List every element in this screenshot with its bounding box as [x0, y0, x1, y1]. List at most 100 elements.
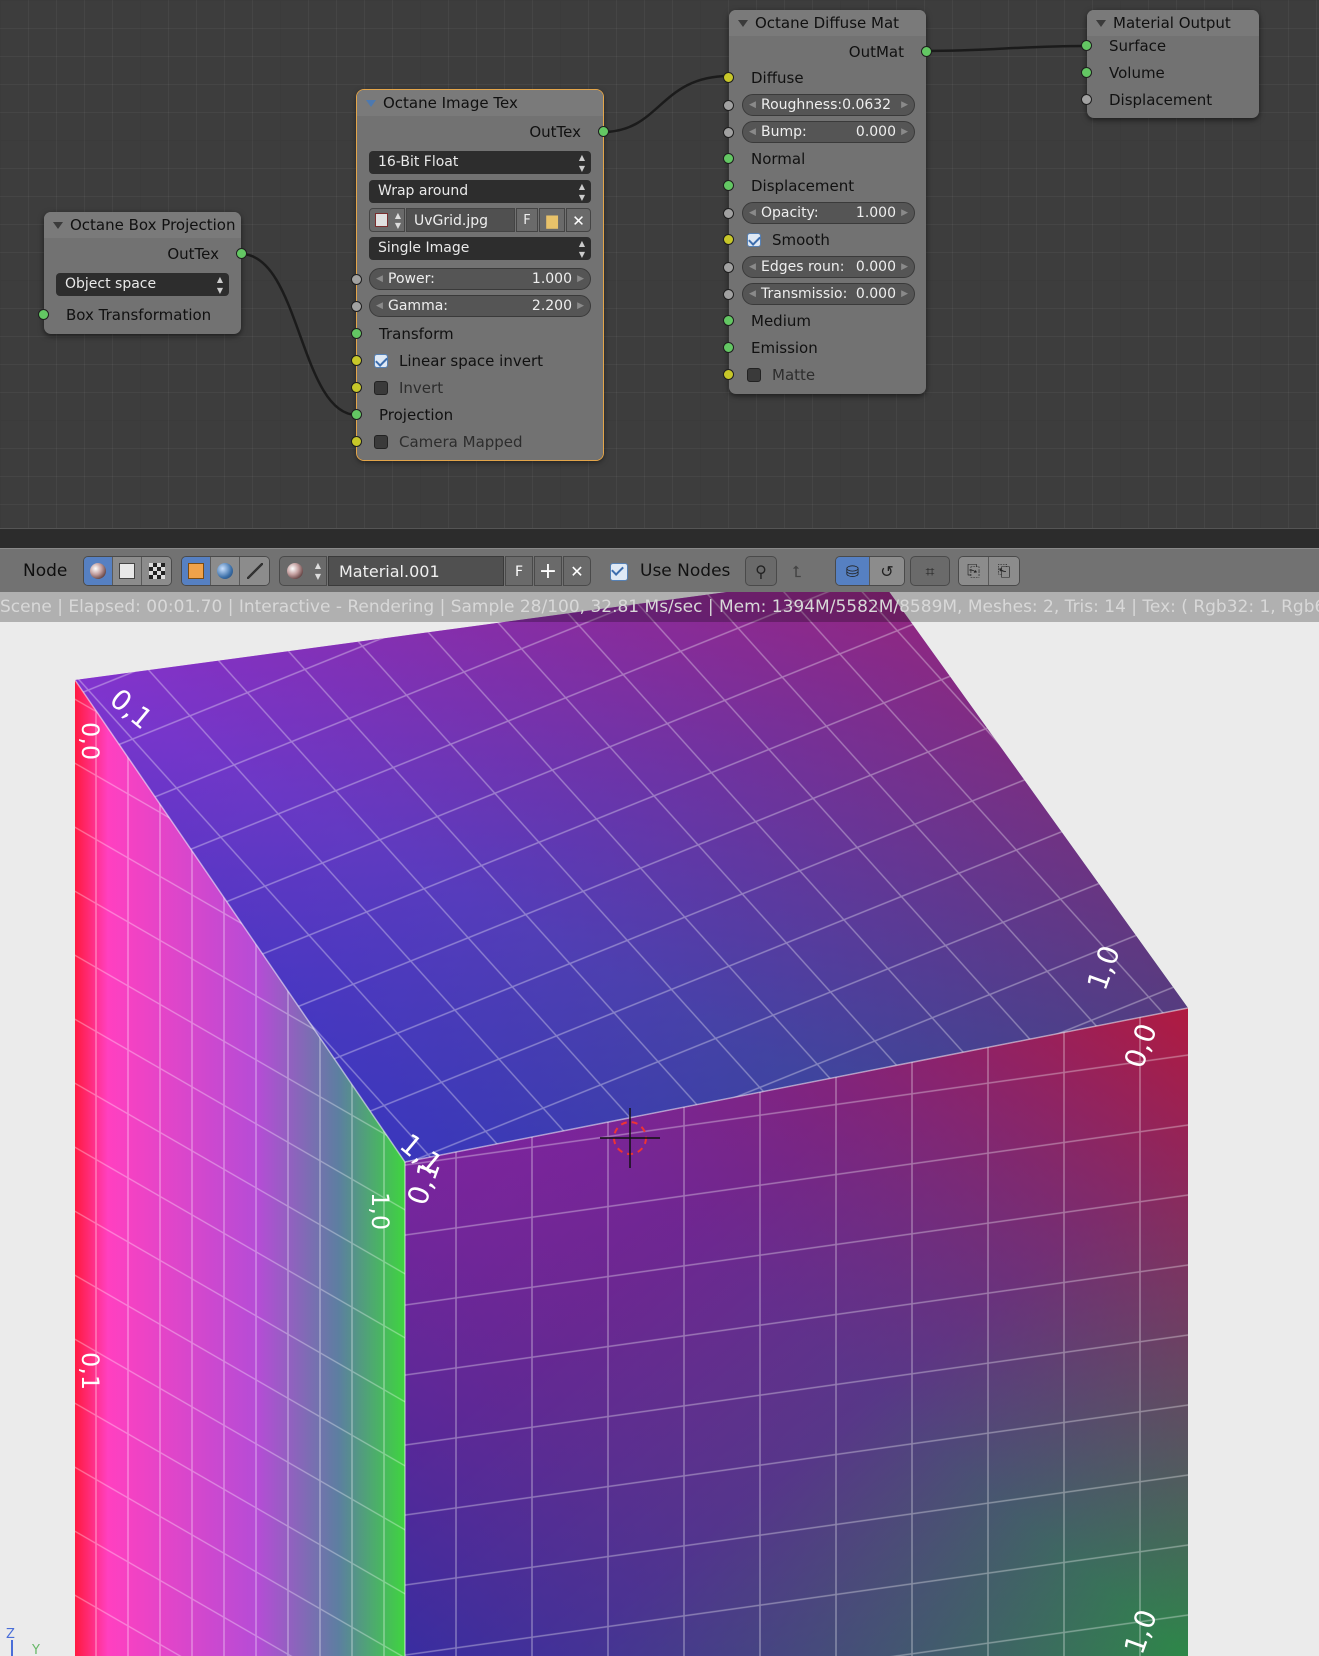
- wrap-dropdown[interactable]: Wrap around ▲ ▼: [369, 180, 591, 203]
- shader-type-texture-button[interactable]: [142, 557, 171, 585]
- use-nodes-checkbox[interactable]: [610, 563, 628, 581]
- editor-type-label[interactable]: Node: [23, 561, 67, 581]
- input-socket[interactable]: [38, 309, 49, 320]
- shader-type-object-button[interactable]: [84, 557, 113, 585]
- unlink-button[interactable]: ✕: [566, 208, 591, 232]
- unlink-material-button[interactable]: ✕: [563, 556, 591, 586]
- input-socket[interactable]: [351, 328, 362, 339]
- pin-button[interactable]: ⚲: [745, 556, 777, 586]
- collapse-triangle-icon[interactable]: [1096, 20, 1106, 27]
- roughness-socket[interactable]: [723, 100, 734, 111]
- render-viewport[interactable]: 0,1 1,0 0,0 1,1 0,1 1,0 0,0 0,1 1,0 Z Y: [0, 592, 1319, 1656]
- decrement-arrow-icon[interactable]: ◀: [749, 284, 756, 304]
- fake-user-button[interactable]: F: [516, 208, 538, 232]
- input-socket[interactable]: [723, 342, 734, 353]
- node-editor[interactable]: Octane Box Projection OutTex Object spac…: [0, 0, 1319, 528]
- input-socket[interactable]: [723, 234, 734, 245]
- auto-offset-button[interactable]: ↺: [870, 557, 904, 585]
- node-material-output[interactable]: Material Output Surface Volume Displacem…: [1081, 10, 1259, 118]
- copy-nodes-button[interactable]: ⎘: [959, 557, 989, 585]
- decrement-arrow-icon[interactable]: ◀: [749, 257, 756, 277]
- opacity-socket[interactable]: [723, 208, 734, 219]
- increment-arrow-icon[interactable]: ▶: [901, 203, 908, 223]
- output-socket[interactable]: [598, 126, 609, 137]
- material-browse-button[interactable]: ▲ ▼: [279, 556, 327, 586]
- material-fake-user-button[interactable]: F: [505, 556, 533, 586]
- invert-checkbox[interactable]: [374, 381, 388, 395]
- node-box-projection[interactable]: Octane Box Projection OutTex Object spac…: [38, 212, 247, 334]
- increment-arrow-icon[interactable]: ▶: [901, 284, 908, 304]
- input-socket[interactable]: [1081, 67, 1092, 78]
- increment-arrow-icon[interactable]: ▶: [901, 122, 908, 142]
- backdrop-button[interactable]: ⛁: [836, 557, 870, 585]
- increment-arrow-icon[interactable]: ▶: [577, 296, 584, 316]
- node-header[interactable]: Material Output: [1087, 10, 1259, 36]
- input-socket[interactable]: [351, 436, 362, 447]
- open-folder-button[interactable]: ▆: [539, 208, 565, 232]
- increment-arrow-icon[interactable]: ▶: [901, 257, 908, 277]
- edges-rounding-field[interactable]: ◀ Edges roun: 0.000 ▶: [742, 256, 915, 278]
- input-socket[interactable]: [723, 315, 734, 326]
- node-image-tex[interactable]: Octane Image Tex OutTex 16-Bit Float ▲ ▼ …: [351, 89, 609, 461]
- input-socket[interactable]: [723, 369, 734, 380]
- transmission-field[interactable]: ◀ Transmissio: 0.000 ▶: [742, 283, 915, 305]
- gamma-field[interactable]: ◀ Gamma: 2.200 ▶: [369, 295, 591, 317]
- collapse-triangle-icon[interactable]: [53, 222, 63, 229]
- area-divider[interactable]: [0, 528, 1319, 548]
- field-label: Transmissio:: [761, 286, 848, 302]
- power-socket[interactable]: [351, 274, 362, 285]
- gamma-socket[interactable]: [351, 301, 362, 312]
- copy-paste-group: ⎘ ⎗: [958, 556, 1020, 586]
- linestyle-source-button[interactable]: [240, 557, 269, 585]
- parent-tree-button[interactable]: ⮤: [781, 556, 813, 586]
- decrement-arrow-icon[interactable]: ◀: [376, 269, 383, 289]
- paste-nodes-button[interactable]: ⎗: [989, 557, 1019, 585]
- decrement-arrow-icon[interactable]: ◀: [376, 296, 383, 316]
- new-material-button[interactable]: +: [534, 556, 562, 586]
- status-text: Scene | Elapsed: 00:01.70 | Interactive …: [0, 597, 1319, 617]
- image-mode-dropdown[interactable]: Single Image ▲ ▼: [369, 237, 591, 260]
- world-source-button[interactable]: [211, 557, 240, 585]
- input-socket[interactable]: [351, 409, 362, 420]
- snap-mode-dropdown[interactable]: ⌗: [910, 556, 950, 586]
- rendered-cube: 0,1 1,0 0,0 1,1 0,1 1,0 0,0 0,1 1,0 Z Y: [6, 592, 1189, 1656]
- input-socket[interactable]: [1081, 40, 1092, 51]
- output-socket[interactable]: [236, 248, 247, 259]
- edges-socket[interactable]: [723, 262, 734, 273]
- input-socket[interactable]: [351, 382, 362, 393]
- image-browse-button[interactable]: ▲ ▼: [369, 208, 405, 232]
- opacity-field[interactable]: ◀ Opacity: 1.000 ▶: [742, 202, 915, 224]
- transmission-socket[interactable]: [723, 289, 734, 300]
- increment-arrow-icon[interactable]: ▶: [901, 95, 908, 115]
- camera-mapped-checkbox[interactable]: [374, 435, 388, 449]
- image-filename-field[interactable]: UvGrid.jpg: [406, 208, 515, 232]
- input-socket[interactable]: [723, 72, 734, 83]
- power-field[interactable]: ◀ Power: 1.000 ▶: [369, 268, 591, 290]
- shader-type-image-button[interactable]: [113, 557, 142, 585]
- decrement-arrow-icon[interactable]: ◀: [749, 203, 756, 223]
- input-socket[interactable]: [723, 180, 734, 191]
- input-socket[interactable]: [351, 355, 362, 366]
- bump-socket[interactable]: [723, 127, 734, 138]
- input-socket[interactable]: [723, 153, 734, 164]
- node-header[interactable]: Octane Box Projection: [44, 212, 241, 238]
- matte-checkbox[interactable]: [747, 368, 761, 382]
- decrement-arrow-icon[interactable]: ◀: [749, 122, 756, 142]
- node-diffuse-mat[interactable]: Octane Diffuse Mat OutMat Diffuse ◀ Roug…: [723, 10, 932, 394]
- space-dropdown[interactable]: Object space ▲ ▼: [56, 273, 229, 296]
- material-name-field[interactable]: Material.001: [328, 556, 504, 586]
- bump-field[interactable]: ◀ Bump: 0.000 ▶: [742, 121, 915, 143]
- smooth-checkbox[interactable]: [747, 233, 761, 247]
- collapse-triangle-icon[interactable]: [366, 100, 376, 107]
- bit-depth-dropdown[interactable]: 16-Bit Float ▲ ▼: [369, 151, 591, 174]
- input-socket[interactable]: [1081, 94, 1092, 105]
- output-socket[interactable]: [921, 46, 932, 57]
- object-source-button[interactable]: [182, 557, 211, 585]
- collapse-triangle-icon[interactable]: [738, 20, 748, 27]
- linear-space-invert-checkbox[interactable]: [374, 354, 388, 368]
- node-header[interactable]: Octane Image Tex: [357, 90, 603, 116]
- increment-arrow-icon[interactable]: ▶: [577, 269, 584, 289]
- node-header[interactable]: Octane Diffuse Mat: [729, 10, 926, 36]
- roughness-field[interactable]: ◀ Roughness:0.0632 ▶: [742, 94, 915, 116]
- decrement-arrow-icon[interactable]: ◀: [749, 95, 756, 115]
